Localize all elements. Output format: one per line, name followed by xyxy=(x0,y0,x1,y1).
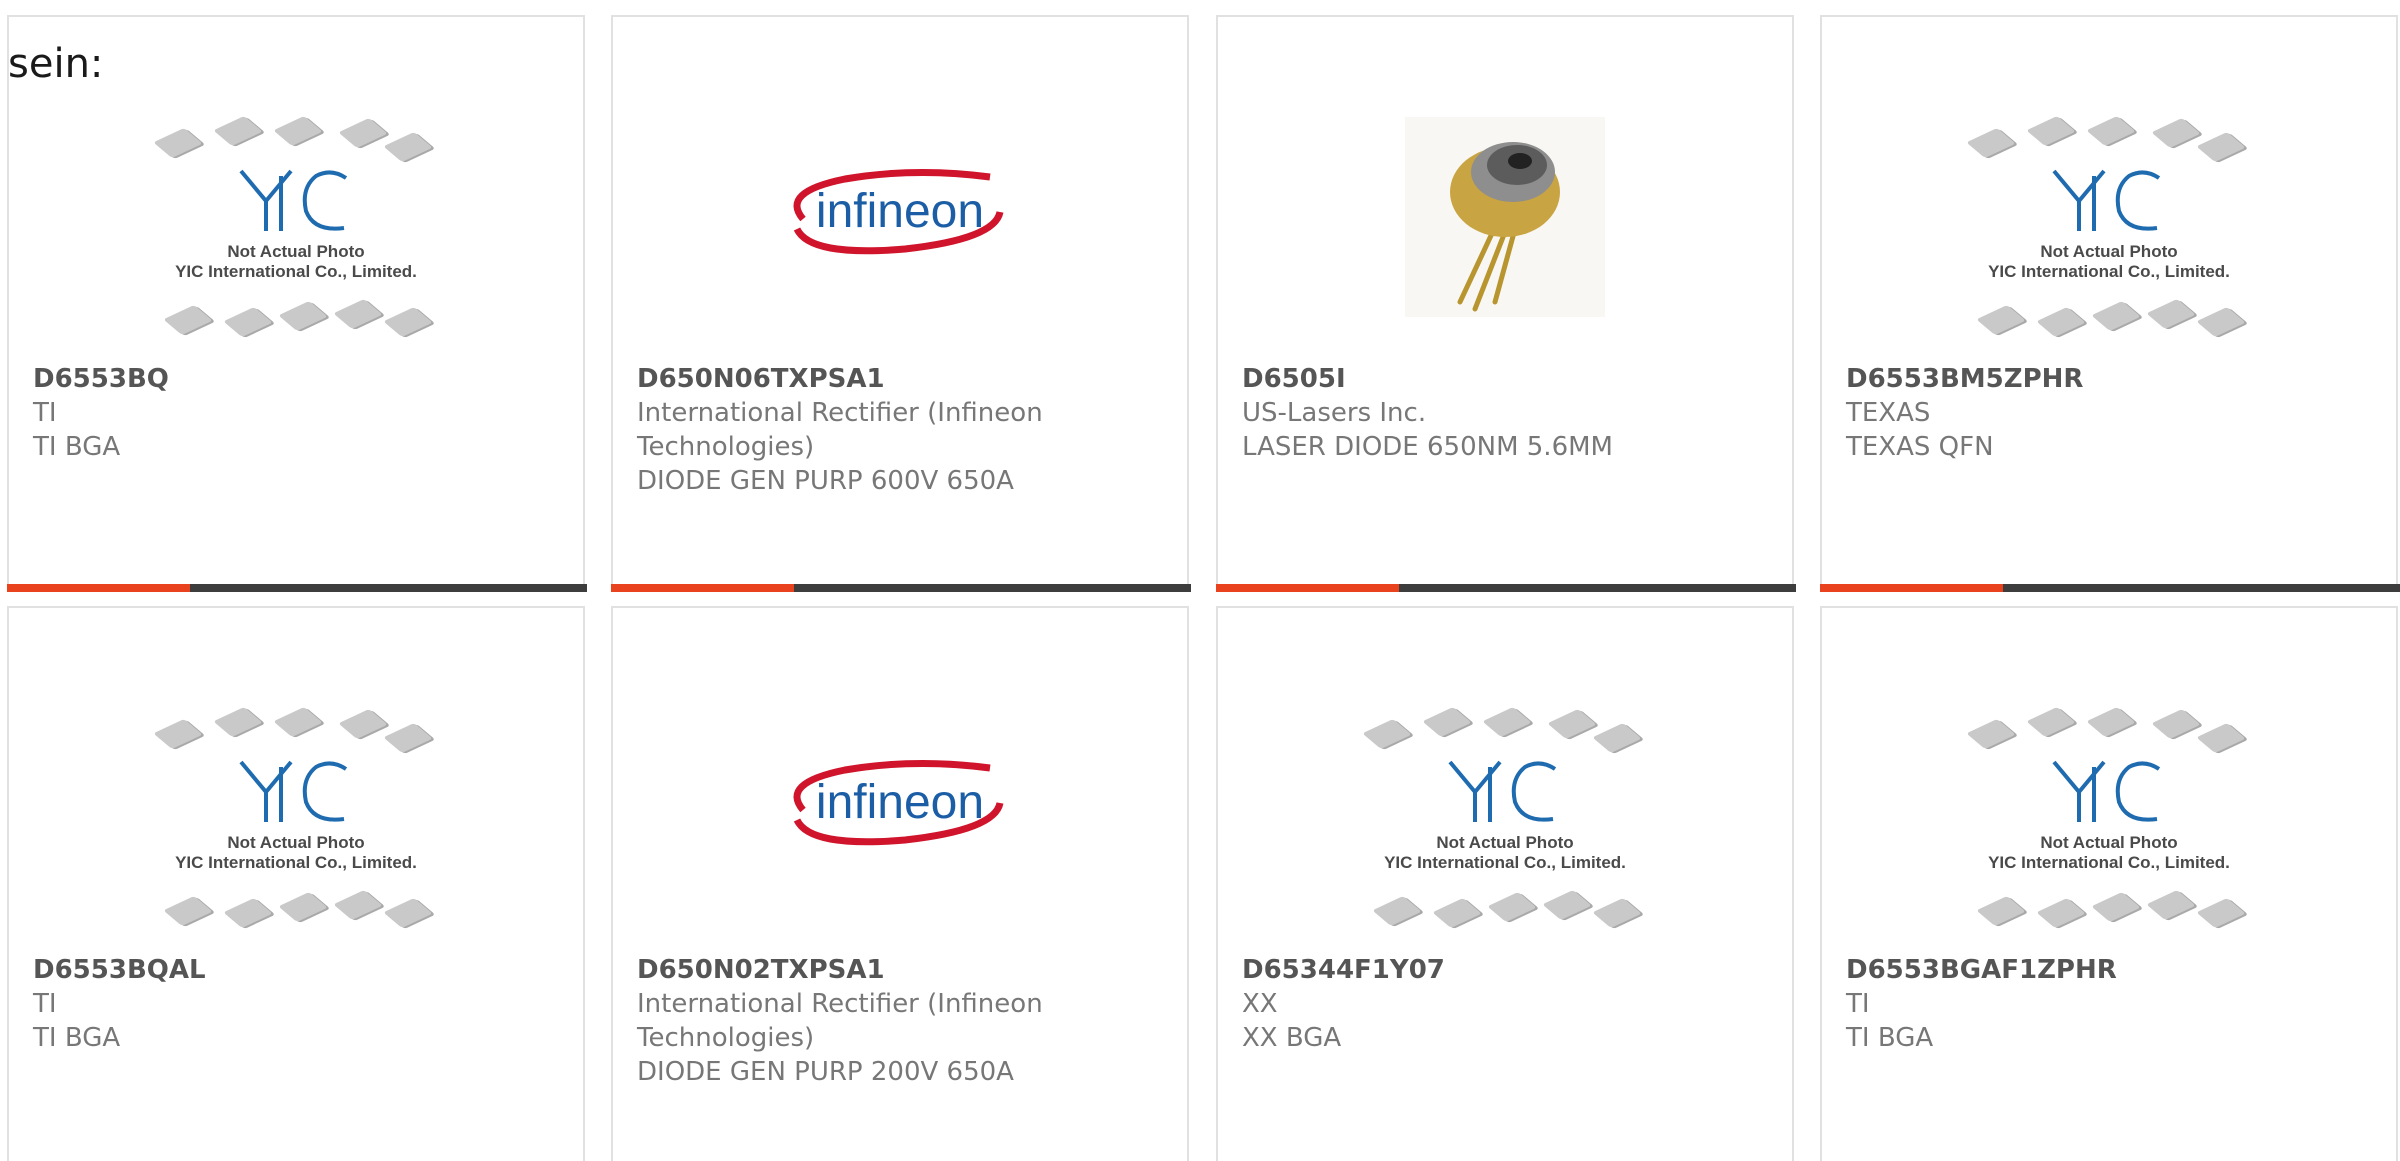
product-info: D65344F1Y07 XX XX BGA xyxy=(1242,953,1762,1055)
product-info: D6553BQAL TI TI BGA xyxy=(33,953,553,1055)
manufacturer: TI xyxy=(33,398,57,428)
card-bottom-bar xyxy=(7,584,587,592)
placeholder-line2: YIC International Co., Limited. xyxy=(1988,853,2230,872)
product-image[interactable]: Not Actual Photo YIC International Co., L… xyxy=(1822,87,2396,337)
placeholder-line1: Not Actual Photo xyxy=(227,242,365,261)
yic-placeholder-image: Not Actual Photo YIC International Co., L… xyxy=(153,112,436,352)
placeholder-line2: YIC International Co., Limited. xyxy=(1384,853,1626,872)
part-number[interactable]: D6553BM5ZPHR xyxy=(1846,362,2366,396)
product-card[interactable]: Not Actual Photo YIC International Co., L… xyxy=(7,15,587,592)
manufacturer: XX xyxy=(1242,989,1278,1019)
placeholder-line1: Not Actual Photo xyxy=(2040,242,2178,261)
product-image[interactable]: infineon xyxy=(613,87,1187,317)
placeholder-line1: Not Actual Photo xyxy=(2040,833,2178,852)
infineon-logo-icon: infineon xyxy=(793,759,1004,846)
description: DIODE GEN PURP 200V 650A xyxy=(637,1057,1014,1087)
product-card[interactable]: Not Actual Photo YIC International Co., L… xyxy=(1820,15,2400,592)
product-card[interactable]: Not Actual Photo YIC International Co., L… xyxy=(7,606,585,1161)
description: TI BGA xyxy=(33,1023,121,1053)
placeholder-line1: Not Actual Photo xyxy=(1436,833,1574,852)
product-card[interactable]: D6505I US-Lasers Inc. LASER DIODE 650NM … xyxy=(1216,15,1796,592)
product-info: D6553BQ TI TI BGA xyxy=(33,362,553,464)
part-number[interactable]: D6553BQAL xyxy=(33,953,553,987)
product-grid-page: sein: Not Actual Photo YIC International … xyxy=(0,0,2400,1161)
manufacturer: US-Lasers Inc. xyxy=(1242,398,1427,428)
product-card[interactable]: Not Actual Photo YIC International Co., L… xyxy=(1820,606,2398,1161)
part-number[interactable]: D65344F1Y07 xyxy=(1242,953,1762,987)
product-card[interactable]: infineon D650N02TXPSA1 International Rec… xyxy=(611,606,1189,1161)
product-image[interactable]: infineon xyxy=(613,678,1187,908)
yic-placeholder-image: Not Actual Photo YIC International Co., L… xyxy=(1362,703,1645,943)
description: TI BGA xyxy=(33,432,121,462)
product-image[interactable]: Not Actual Photo YIC International Co., L… xyxy=(9,678,583,928)
yic-placeholder-image: Not Actual Photo YIC International Co., L… xyxy=(153,703,436,943)
card-bottom-bar xyxy=(611,584,1191,592)
product-image[interactable]: Not Actual Photo YIC International Co., L… xyxy=(1822,678,2396,928)
part-number[interactable]: D6553BGAF1ZPHR xyxy=(1846,953,2366,987)
part-number[interactable]: D650N02TXPSA1 xyxy=(637,953,1157,987)
intro-text: sein: xyxy=(8,41,104,87)
product-info: D6553BGAF1ZPHR TI TI BGA xyxy=(1846,953,2366,1055)
yic-placeholder-image: Not Actual Photo YIC International Co., L… xyxy=(1966,112,2249,352)
manufacturer: TI xyxy=(1846,989,1870,1019)
placeholder-line2: YIC International Co., Limited. xyxy=(175,262,417,281)
placeholder-line2: YIC International Co., Limited. xyxy=(175,853,417,872)
description: TEXAS QFN xyxy=(1846,432,1994,462)
product-info: D6553BM5ZPHR TEXAS TEXAS QFN xyxy=(1846,362,2366,464)
card-bottom-bar xyxy=(1820,584,2400,592)
description: XX BGA xyxy=(1242,1023,1342,1053)
manufacturer: TI xyxy=(33,989,57,1019)
description: TI BGA xyxy=(1846,1023,1934,1053)
product-card[interactable]: Not Actual Photo YIC International Co., L… xyxy=(1216,606,1794,1161)
product-image[interactable]: Not Actual Photo YIC International Co., L… xyxy=(1218,678,1792,928)
laser-diode-photo xyxy=(1405,117,1605,317)
manufacturer: TEXAS xyxy=(1846,398,1931,428)
part-number[interactable]: D650N06TXPSA1 xyxy=(637,362,1157,396)
product-image[interactable] xyxy=(1218,87,1792,317)
infineon-logo-text: infineon xyxy=(816,185,984,238)
part-number[interactable]: D6505I xyxy=(1242,362,1762,396)
yic-logo-icon xyxy=(2052,169,2161,231)
yic-placeholder-image: Not Actual Photo YIC International Co., L… xyxy=(1966,703,2249,943)
infineon-logo-text: infineon xyxy=(816,776,984,829)
yic-logo-icon xyxy=(2052,760,2161,822)
card-bottom-bar xyxy=(1216,584,1796,592)
yic-logo-icon xyxy=(239,169,348,231)
product-info: D6505I US-Lasers Inc. LASER DIODE 650NM … xyxy=(1242,362,1762,464)
placeholder-line1: Not Actual Photo xyxy=(227,833,365,852)
product-card[interactable]: infineon D650N06TXPSA1 International Rec… xyxy=(611,15,1191,592)
product-info: D650N06TXPSA1 International Rectifier (I… xyxy=(637,362,1157,498)
infineon-logo-icon: infineon xyxy=(793,168,1004,255)
manufacturer: International Rectifier (Infineon Techno… xyxy=(637,989,1043,1053)
product-info: D650N02TXPSA1 International Rectifier (I… xyxy=(637,953,1157,1089)
product-image[interactable]: Not Actual Photo YIC International Co., L… xyxy=(9,87,583,337)
placeholder-line2: YIC International Co., Limited. xyxy=(1988,262,2230,281)
part-number[interactable]: D6553BQ xyxy=(33,362,553,396)
description: LASER DIODE 650NM 5.6MM xyxy=(1242,432,1613,462)
yic-logo-icon xyxy=(1448,760,1557,822)
manufacturer: International Rectifier (Infineon Techno… xyxy=(637,398,1043,462)
yic-logo-icon xyxy=(239,760,348,822)
description: DIODE GEN PURP 600V 650A xyxy=(637,466,1014,496)
